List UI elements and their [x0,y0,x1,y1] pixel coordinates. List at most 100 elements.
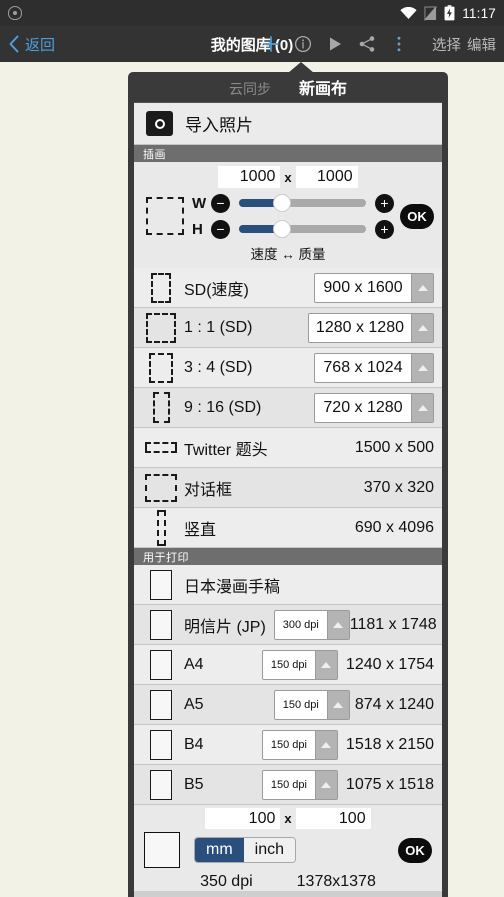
custom-size-ok-button[interactable]: OK [398,837,432,863]
edit-button[interactable]: 编辑 [467,34,496,55]
preset-row-manga-manuscript[interactable]: 日本漫画手稿 [134,565,442,605]
canvas-preview-dashed-tall [144,509,178,546]
unit-mm-button[interactable]: mm [195,838,244,862]
canvas-preview-dashed-square [144,312,178,343]
width-axis-label: W [192,194,207,212]
tab-new-canvas[interactable]: 新画布 [299,75,347,102]
preset-row-vertical[interactable]: 竖直 690 x 4096 [134,508,442,548]
caret-up-icon[interactable] [411,313,433,342]
canvas-preview-solid-portrait [144,769,178,800]
back-button-label: 返回 [25,36,56,54]
canvas-preview-solid-portrait [144,609,178,640]
preset-row-b4[interactable]: B4 150 dpi 1518 x 2150 [134,725,442,765]
nav-action-icons: 选择 编辑 [262,34,496,55]
preset-size-spinner[interactable]: 1280 x 1280 [307,312,434,343]
slider-rows: W − + H − + OK [134,190,442,242]
camera-icon [146,111,173,136]
section-header-illustration: 插画 [134,145,442,162]
dpi-spinner[interactable]: 150 dpi [273,689,350,720]
chevron-left-icon [8,35,20,53]
canvas-preview-solid-portrait [144,729,178,760]
custom-width-input[interactable]: 100 [205,808,281,829]
width-slider-thumb[interactable] [273,194,292,212]
more-vertical-icon[interactable] [390,35,408,53]
preset-size-value: 1240 x 1754 [345,655,434,673]
canvas-height-input[interactable]: 1000 [295,166,358,188]
preset-size-spinner[interactable]: 720 x 1280 [314,392,434,423]
custom-pixels-value: 1378x1378 [296,873,376,890]
new-canvas-dialog: 云同步 新画布 导入照片 插画 1000 x 1000 W − + H − + … [128,72,448,897]
tab-cloud-sync[interactable]: 云同步 [229,79,271,102]
canvas-size-ok-button[interactable]: OK [400,203,434,229]
height-slider-thumb[interactable] [273,220,292,238]
status-bar-left [8,6,400,20]
preset-row-9-16-sd[interactable]: 9 : 16 (SD) 720 x 1280 [134,388,442,428]
custom-dpi-value[interactable]: 350 dpi [200,873,253,891]
preset-row-a5[interactable]: A5 150 dpi 874 x 1240 [134,685,442,725]
preset-row-postcard-jp[interactable]: 明信片 (JP) 300 dpi 1181 x 1748 [134,605,442,645]
canvas-width-input[interactable]: 1000 [218,166,281,188]
preset-row-dialog-box[interactable]: 对话框 370 x 320 [134,468,442,508]
illustration-preset-list: SD(速度) 900 x 1600 1 : 1 (SD) 1280 x 1280 [134,268,442,548]
preset-label: Twitter 题头 [184,441,268,459]
dpi-spinner[interactable]: 150 dpi [261,769,338,800]
back-button[interactable]: 返回 [8,34,55,55]
canvas-preview-dashed-portrait [144,272,178,303]
battery-charging-icon [444,5,455,21]
plus-icon[interactable]: + [375,193,394,213]
unit-inch-button[interactable]: inch [243,838,296,862]
preset-size-spinner[interactable]: 768 x 1024 [314,352,434,383]
dpi-spinner[interactable]: 150 dpi [261,729,338,760]
status-bar: 11:17 [0,0,504,26]
dpi-value: 300 dpi [274,610,327,639]
preset-size-value: 1280 x 1280 [308,313,411,342]
preset-size-value: 370 x 320 [363,478,434,496]
canvas-preview-dashed-3x4 [144,352,178,383]
nav-bar: 返回 我的图库 (0) 选择 编辑 [0,26,504,62]
custom-size-controls: mm inch OK [134,832,442,868]
preset-size-value: 874 x 1240 [354,695,434,713]
plus-icon[interactable] [262,35,280,53]
preset-row-b5[interactable]: B5 150 dpi 1075 x 1518 [134,765,442,805]
size-separator: x [284,169,292,185]
width-slider[interactable] [239,194,366,212]
dpi-spinner[interactable]: 300 dpi [273,609,350,640]
preset-label: B4 [184,735,204,753]
height-slider[interactable] [239,220,366,238]
preset-label: A5 [184,695,204,713]
canvas-preview-dashed-square [146,197,184,235]
preset-row-3-4-sd[interactable]: 3 : 4 (SD) 768 x 1024 [134,348,442,388]
info-circle-icon[interactable] [294,35,312,53]
play-icon[interactable] [326,35,344,53]
canvas-preview-solid-portrait [144,689,178,720]
preset-size-value: 690 x 4096 [354,518,434,536]
caret-up-icon[interactable] [411,393,433,422]
caret-up-icon[interactable] [411,353,433,382]
import-photo-row[interactable]: 导入照片 [134,103,442,145]
caret-up-icon[interactable] [314,730,337,759]
section-header-print: 用于打印 [134,548,442,565]
caret-up-icon[interactable] [314,770,337,799]
minus-icon[interactable]: − [211,193,230,213]
minus-icon[interactable]: − [211,219,230,239]
caret-up-icon[interactable] [326,690,349,719]
preset-label: A4 [184,655,204,673]
preset-size-value: 1500 x 500 [354,438,434,456]
preset-row-1-1-sd[interactable]: 1 : 1 (SD) 1280 x 1280 [134,308,442,348]
caret-up-icon[interactable] [314,650,337,679]
dpi-spinner[interactable]: 150 dpi [261,649,338,680]
caret-up-icon[interactable] [411,273,433,302]
custom-size-inputs: 100 x 100 [134,808,442,829]
preset-row-sd-speed[interactable]: SD(速度) 900 x 1600 [134,268,442,308]
preset-row-a4[interactable]: A4 150 dpi 1240 x 1754 [134,645,442,685]
canvas-preview-dashed-box [144,473,178,502]
select-button[interactable]: 选择 [432,34,461,55]
canvas-preview-dashed-9x16 [144,392,178,423]
caret-up-icon[interactable] [326,610,349,639]
share-icon[interactable] [358,35,376,53]
size-separator: x [284,811,292,826]
plus-icon[interactable]: + [375,219,394,239]
preset-size-spinner[interactable]: 900 x 1600 [314,272,434,303]
custom-height-input[interactable]: 100 [295,808,371,829]
preset-row-twitter-header[interactable]: Twitter 题头 1500 x 500 [134,428,442,468]
